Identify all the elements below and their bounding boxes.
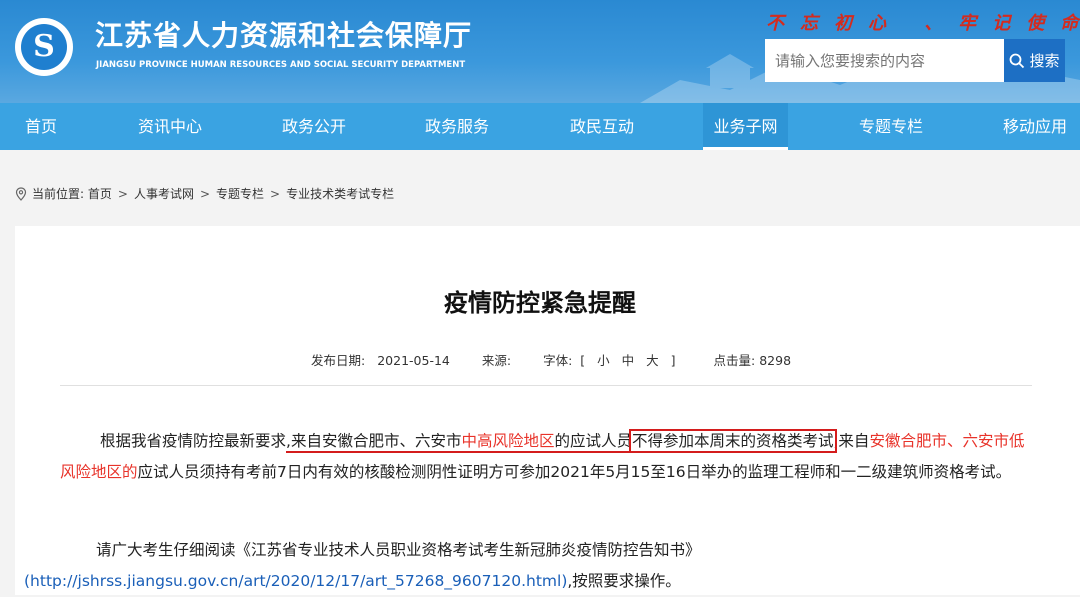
location-pin-icon (15, 186, 27, 201)
logo-icon[interactable]: S (15, 18, 73, 76)
nav-item-home[interactable]: 首页 (0, 103, 82, 150)
font-bracket-open: [ (580, 353, 586, 368)
nav-item-business[interactable]: 业务子网 (703, 103, 788, 150)
font-large-button[interactable]: 大 (646, 353, 659, 368)
hit-count: 点击量: 8298 (713, 353, 792, 368)
breadcrumb-separator: > (270, 186, 281, 201)
article-meta: 发布日期: 2021-05-14 来源: 字体: [ 小 中 大 ] 点击量: 82… (311, 350, 819, 369)
font-medium-button[interactable]: 中 (622, 353, 635, 368)
breadcrumb-topics[interactable]: 专题专栏 (216, 185, 264, 202)
site-header: S 江苏省人力资源和社会保障厅 JIANGSU PROVINCE HUMAN R… (0, 0, 1080, 103)
search-input[interactable] (765, 39, 1004, 82)
search-icon (1010, 53, 1025, 68)
search-button-label: 搜索 (1029, 52, 1060, 70)
article-paragraph-1: 根据我省疫情防控最新要求,来自安徽合肥市、六安市中高风险地区的应试人员不得参加本… (60, 429, 1025, 481)
nav-item-gov-services[interactable]: 政务服务 (412, 103, 502, 150)
breadcrumb-separator: > (199, 186, 211, 201)
boxed-warning-text: 不得参加本周末的资格类考试 (628, 429, 837, 453)
font-small-button[interactable]: 小 (597, 353, 610, 368)
breadcrumb-separator: > (117, 186, 128, 201)
nav-item-topics[interactable]: 专题专栏 (846, 103, 936, 150)
breadcrumb-exam-site[interactable]: 人事考试网 (134, 185, 194, 202)
breadcrumb-home[interactable]: 首页 (88, 185, 112, 202)
nav-item-news[interactable]: 资讯中心 (125, 103, 215, 150)
publish-date: 发布日期: 2021-05-14 (311, 353, 450, 368)
font-size-controls: 字体: [ 小 中 大 ] (543, 353, 676, 368)
divider (60, 385, 1032, 386)
article-title: 疫情防控紧急提醒 (444, 289, 636, 317)
font-bracket-close: ] (670, 353, 676, 368)
search-button[interactable]: 搜索 (1004, 39, 1065, 82)
breadcrumb-current[interactable]: 专业技术类考试专栏 (286, 185, 394, 202)
notice-link[interactable]: (http://jshrss.jiangsu.gov.cn/art/2020/1… (24, 572, 567, 590)
source: 来源: (481, 353, 512, 368)
breadcrumb-prefix: 当前位置: (32, 187, 85, 201)
site-title[interactable]: 江苏省人力资源和社会保障厅 (95, 14, 472, 54)
main-nav: 首页 资讯中心 政务公开 政务服务 政民互动 业务子网 专题专栏 移动应用 (0, 103, 1080, 150)
nav-item-gov-affairs[interactable]: 政务公开 (269, 103, 359, 150)
site-subtitle: JIANGSU PROVINCE HUMAN RESOURCES AND SOC… (96, 60, 466, 70)
nav-item-interaction[interactable]: 政民互动 (557, 103, 647, 150)
underlined-text: ,来自安徽合肥市、六安市中高风险地区的应试人员 (286, 432, 632, 453)
breadcrumb: 当前位置: 首页 > 人事考试网 > 专题专栏 > 专业技术类考试专栏 (14, 185, 394, 202)
search-box: 搜索 (765, 39, 1065, 82)
nav-item-mobile[interactable]: 移动应用 (990, 103, 1080, 150)
article-paragraph-2: 请广大考生仔细阅读《江苏省专业技术人员职业资格考试考生新冠肺炎疫情防控告知书》(… (24, 541, 701, 590)
slogan: 不忘初心 、牢记使命 (766, 13, 1080, 34)
